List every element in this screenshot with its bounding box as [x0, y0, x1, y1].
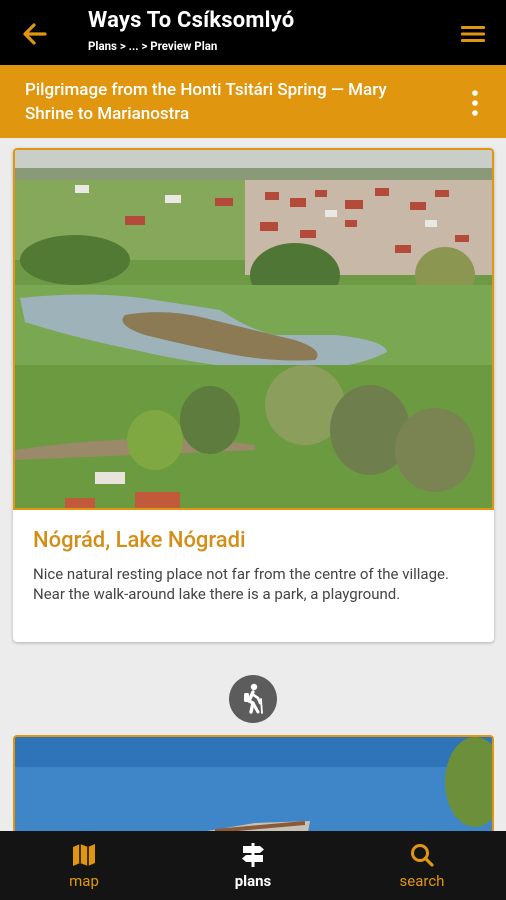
app-title: Ways To Csíksomlyó	[88, 8, 295, 33]
waypoint-description: Nice natural resting place not far from …	[33, 565, 449, 603]
hamburger-menu-icon[interactable]	[458, 20, 488, 48]
waypoint-title: Nógrád, Lake Nógradi	[33, 528, 246, 553]
plan-content[interactable]: Nógrád, Lake Nógradi Nice natural restin…	[0, 138, 506, 831]
nav-search[interactable]: search	[338, 831, 506, 900]
map-icon	[73, 844, 95, 866]
app-bar: Ways To Csíksomlyó Plans > ... > Preview…	[0, 0, 506, 65]
breadcrumb[interactable]: Plans > ... > Preview Plan	[88, 39, 217, 53]
waypoint-card[interactable]: Nógrád, Lake Nógradi Nice natural restin…	[13, 148, 494, 642]
nav-plans[interactable]: plans	[169, 831, 337, 900]
bottom-navigation: map plans search	[0, 831, 506, 900]
waypoint-photo	[13, 148, 494, 510]
plan-header: Pilgrimage from the Honti Tsitári Spring…	[0, 65, 506, 138]
nav-search-label: search	[399, 872, 445, 890]
more-options-icon[interactable]	[468, 89, 482, 117]
back-arrow-icon[interactable]	[18, 18, 50, 50]
hiker-icon[interactable]	[229, 675, 277, 723]
search-icon	[411, 844, 434, 867]
nav-plans-label: plans	[234, 872, 272, 890]
nav-map-label: map	[69, 872, 99, 890]
plan-title: Pilgrimage from the Honti Tsitári Spring…	[25, 80, 387, 124]
signpost-icon	[242, 843, 264, 867]
next-waypoint-card[interactable]	[13, 735, 494, 831]
nav-map[interactable]: map	[0, 831, 168, 900]
